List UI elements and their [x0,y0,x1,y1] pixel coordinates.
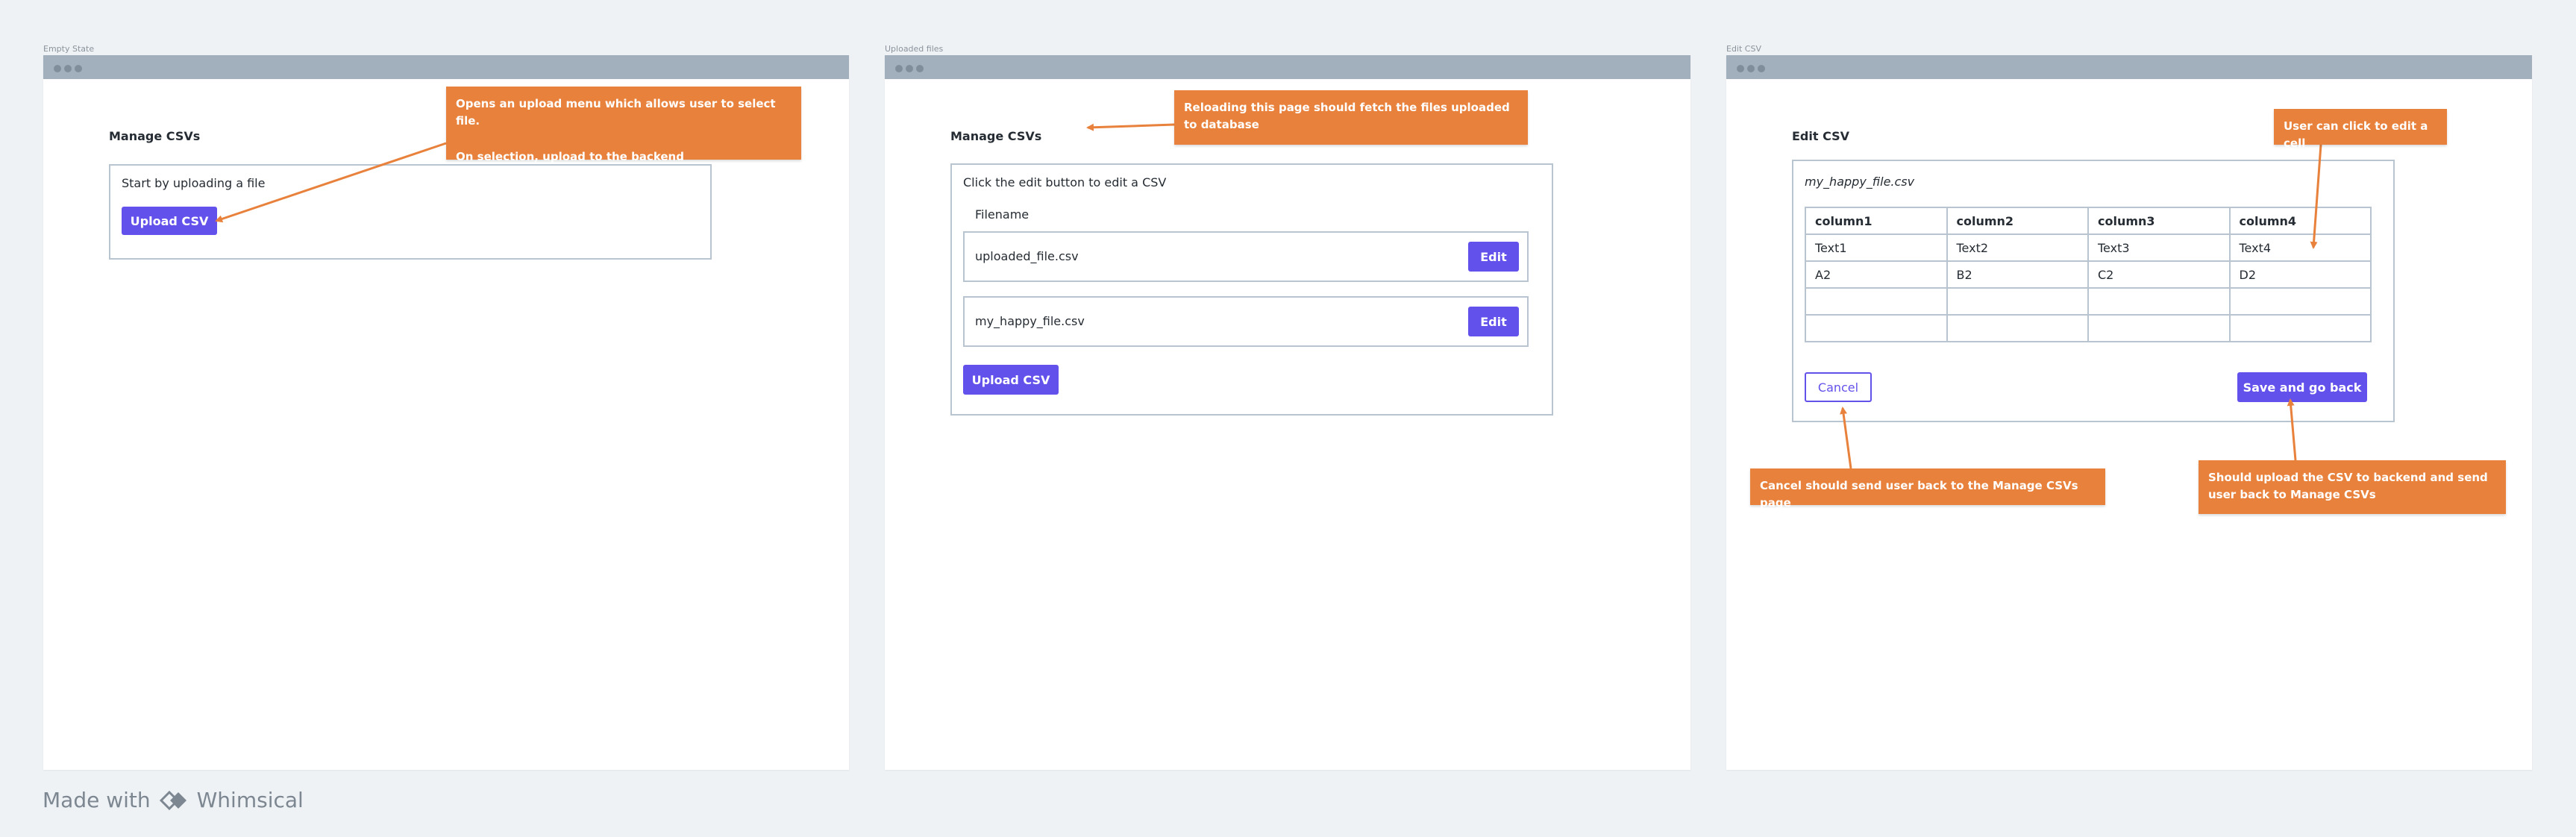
note-text: User can click to edit a cell [2284,119,2428,150]
made-with-text: Made with [43,788,151,812]
note-upload-menu: Opens an upload menu which allows user t… [446,87,801,163]
note-cancel: Cancel should send user back to the Mana… [1750,468,2105,510]
note-text: Opens an upload menu which allows user t… [456,97,776,128]
arrow-to-table-cell [2310,144,2322,249]
arrow-to-save-button [2287,398,2297,461]
whimsical-brand: Whimsical [196,788,304,812]
arrow-to-upload-button [215,142,447,223]
arrow-to-manage-heading [1086,123,1175,131]
note-text: Should upload the CSV to backend and sen… [2208,471,2488,501]
note-text: Cancel should send user back to the Mana… [1760,479,2078,510]
made-with-footer[interactable]: Made with Whimsical [43,788,304,812]
note-save: Should upload the CSV to backend and sen… [2199,460,2506,514]
whimsical-logo-icon [159,790,187,810]
note-edit-cell: User can click to edit a cell [2274,109,2447,150]
arrow-to-cancel-button [1840,407,1852,469]
note-text: On selection, upload to the backend [456,150,684,163]
note-reload: Reloading this page should fetch the fil… [1174,90,1528,145]
note-text: Reloading this page should fetch the fil… [1184,101,1510,131]
